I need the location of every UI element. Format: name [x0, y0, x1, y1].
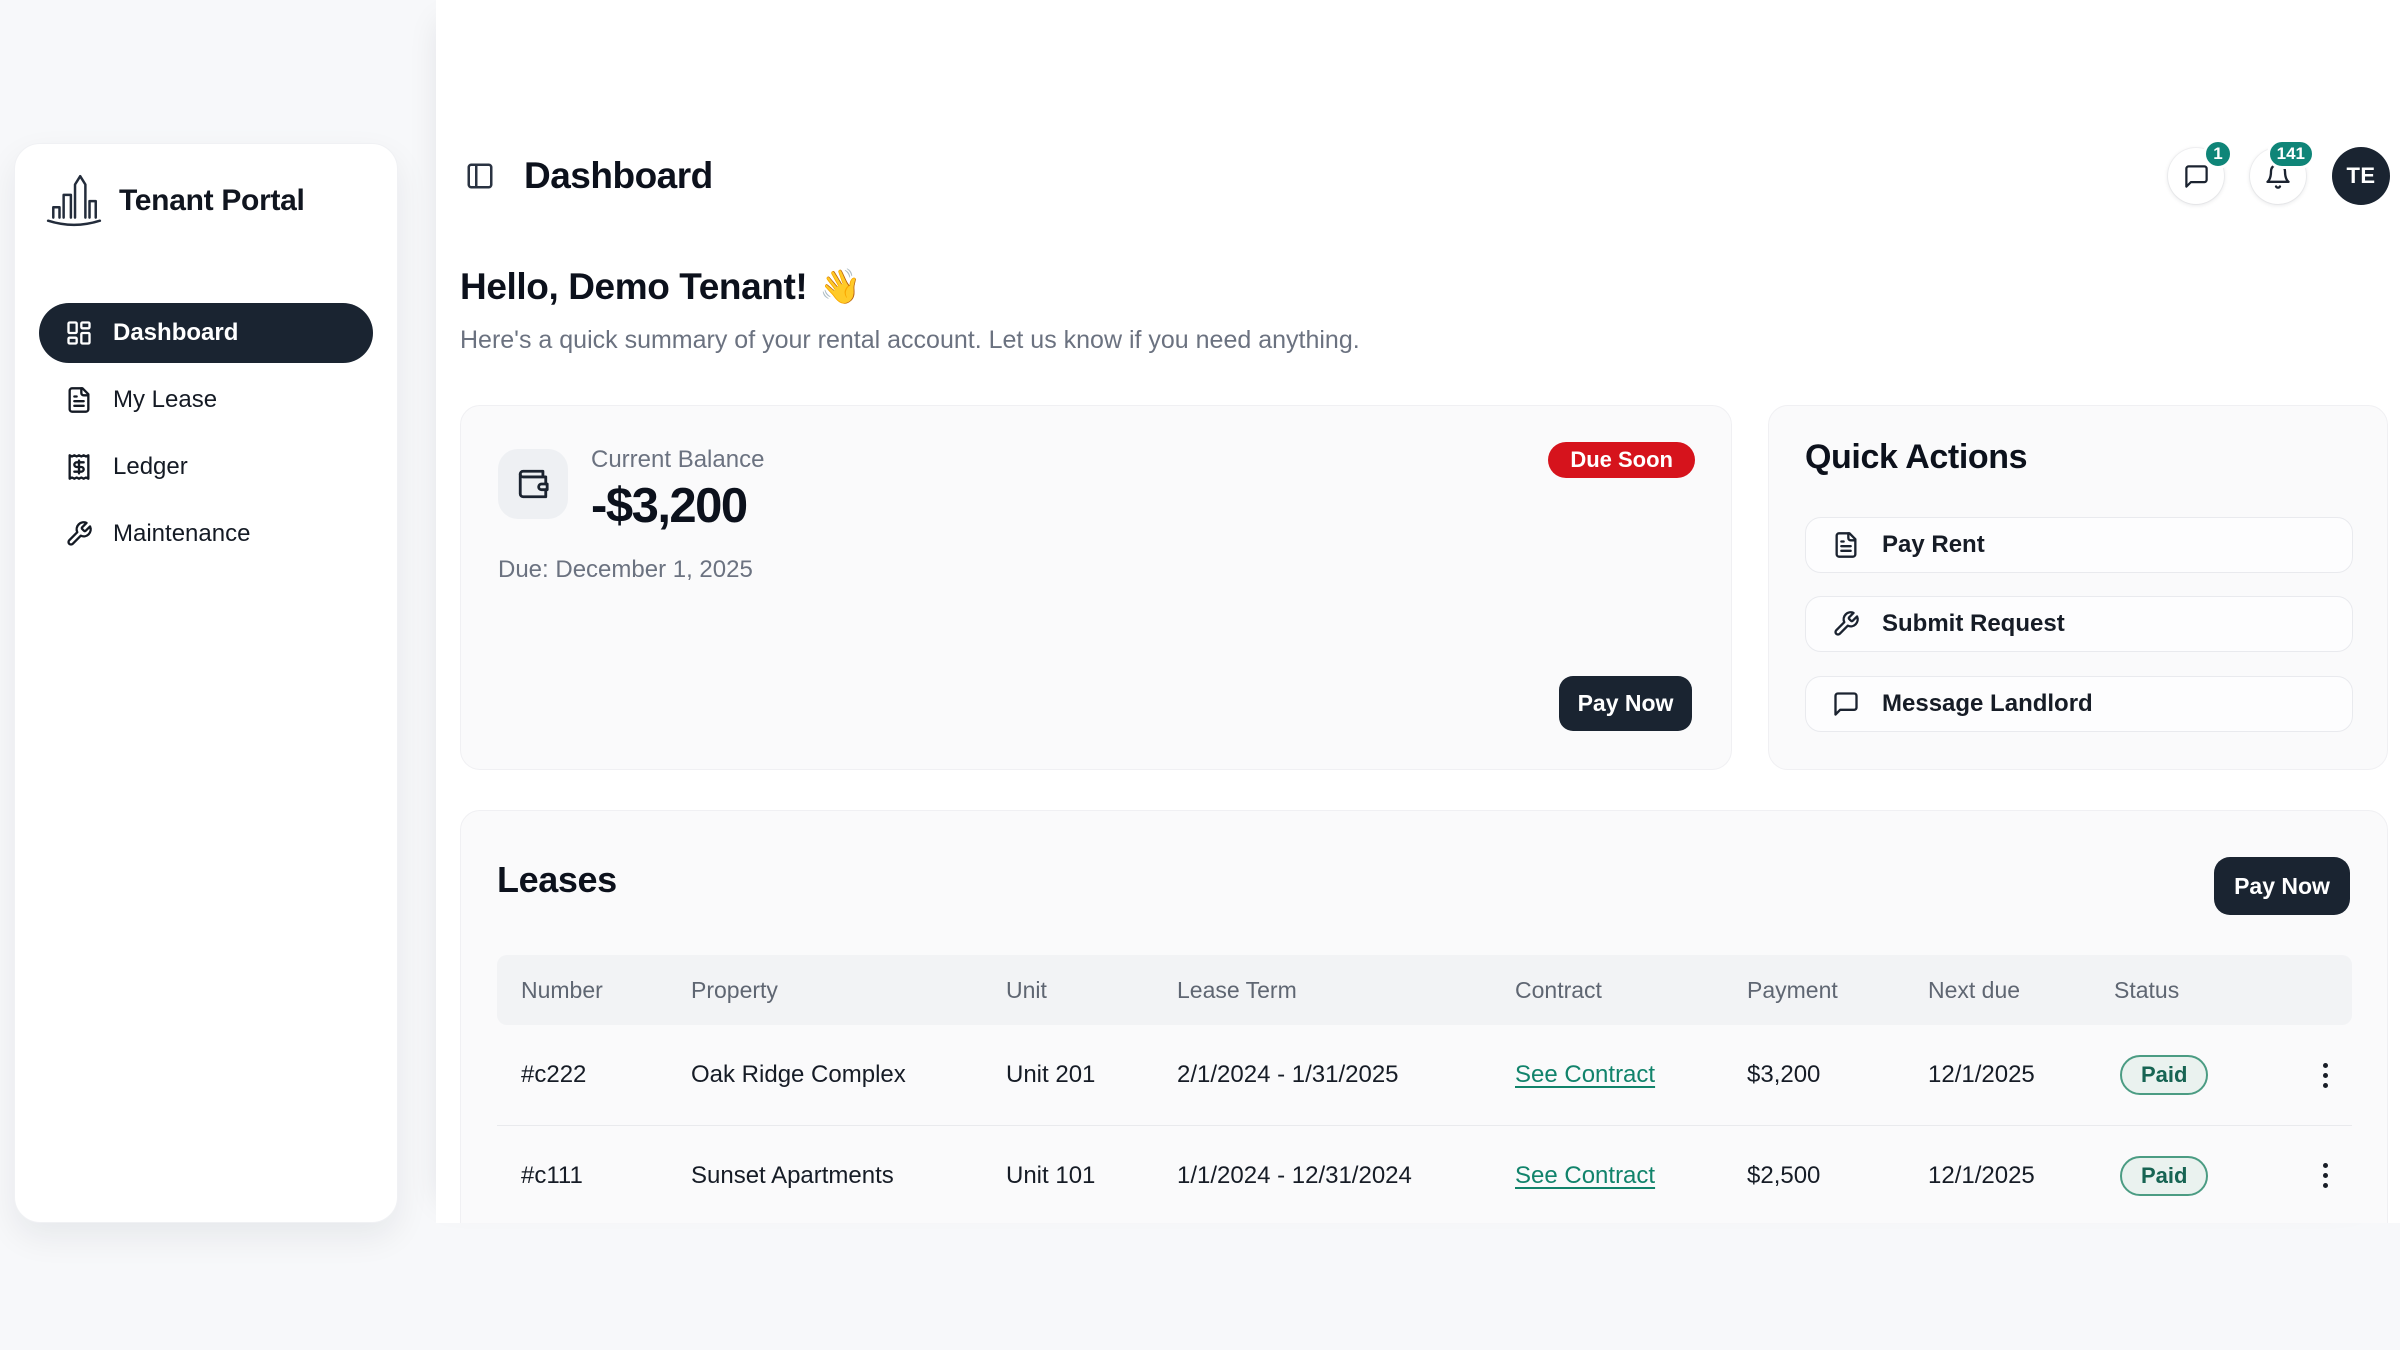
dashboard-grid-icon — [65, 319, 93, 347]
col-header-unit: Unit — [982, 977, 1153, 1004]
message-landlord-button[interactable]: Message Landlord — [1805, 676, 2353, 732]
notifications-button[interactable]: 141 — [2250, 148, 2306, 204]
pay-rent-button[interactable]: Pay Rent — [1805, 517, 2353, 573]
file-text-icon — [1832, 531, 1860, 559]
wrench-icon — [65, 520, 93, 548]
wrench-icon — [1832, 610, 1860, 638]
balance-label: Current Balance — [591, 446, 764, 474]
cell-property: Sunset Apartments — [667, 1162, 982, 1190]
leases-table-header: Number Property Unit Lease Term Contract… — [497, 955, 2352, 1025]
col-header-payment: Payment — [1723, 977, 1904, 1004]
sidebar-item-dashboard[interactable]: Dashboard — [39, 303, 373, 363]
topbar: Dashboard 1 141 TE — [460, 147, 2390, 205]
balance-card: Current Balance -$3,200 Due Soon Due: De… — [460, 405, 1732, 770]
balance-amount: -$3,200 — [591, 478, 747, 534]
col-header-property: Property — [667, 977, 982, 1004]
cell-lease-term: 2/1/2024 - 1/31/2025 — [1153, 1061, 1491, 1089]
receipt-icon — [65, 453, 93, 481]
col-header-next-due: Next due — [1904, 977, 2090, 1004]
row-menu-button[interactable] — [2305, 1150, 2345, 1202]
sidebar-nav: Dashboard My Lease Ledger Maintenance — [39, 303, 373, 571]
building-logo-icon — [45, 170, 103, 232]
col-header-contract: Contract — [1491, 977, 1723, 1004]
due-date-text: Due: December 1, 2025 — [498, 556, 753, 584]
sidebar-item-label: My Lease — [113, 386, 217, 414]
wallet-icon-tile — [498, 449, 568, 519]
cell-number: #c222 — [497, 1061, 667, 1089]
waving-hand-emoji: 👋 — [819, 267, 861, 307]
quick-actions-title: Quick Actions — [1805, 438, 2027, 477]
message-square-icon — [2183, 163, 2210, 190]
cell-lease-term: 1/1/2024 - 12/31/2024 — [1153, 1162, 1491, 1190]
table-row: #c111 Sunset Apartments Unit 101 1/1/202… — [497, 1125, 2352, 1223]
message-square-icon — [1832, 690, 1860, 718]
col-header-lease-term: Lease Term — [1153, 977, 1491, 1004]
leases-card: Leases Pay Now Number Property Unit Leas… — [460, 810, 2388, 1223]
sidebar-item-label: Dashboard — [113, 319, 238, 347]
cell-next-due: 12/1/2025 — [1904, 1162, 2090, 1190]
cell-number: #c111 — [497, 1162, 667, 1190]
action-label: Pay Rent — [1882, 531, 1985, 559]
page-title: Dashboard — [524, 155, 713, 197]
sidebar-item-my-lease[interactable]: My Lease — [39, 370, 373, 430]
cell-payment: $3,200 — [1723, 1061, 1904, 1089]
sidebar-item-label: Maintenance — [113, 520, 250, 548]
row-menu-button[interactable] — [2305, 1049, 2345, 1101]
quick-actions-card: Quick Actions Pay Rent Submit Request Me… — [1768, 405, 2388, 770]
user-avatar[interactable]: TE — [2332, 147, 2390, 205]
wallet-icon — [516, 467, 550, 501]
cell-next-due: 12/1/2025 — [1904, 1061, 2090, 1089]
cell-payment: $2,500 — [1723, 1162, 1904, 1190]
file-text-icon — [65, 386, 93, 414]
brand-name: Tenant Portal — [119, 184, 305, 218]
notifications-count-badge: 141 — [2267, 139, 2315, 169]
greeting-section: Hello, Demo Tenant! 👋 Here's a quick sum… — [460, 266, 1360, 355]
action-label: Submit Request — [1882, 610, 2065, 638]
leases-title: Leases — [497, 859, 617, 901]
sidebar-item-label: Ledger — [113, 453, 188, 481]
sidebar-toggle-button[interactable] — [460, 156, 500, 196]
pay-now-button[interactable]: Pay Now — [1559, 676, 1692, 731]
main-panel: Dashboard 1 141 TE Hello, Demo Tenant! 👋… — [436, 0, 2400, 1223]
table-row: #c222 Oak Ridge Complex Unit 201 2/1/202… — [497, 1025, 2352, 1125]
col-header-status: Status — [2090, 977, 2267, 1004]
leases-table-body: #c222 Oak Ridge Complex Unit 201 2/1/202… — [497, 1025, 2352, 1223]
see-contract-link[interactable]: See Contract — [1515, 1061, 1655, 1088]
cell-property: Oak Ridge Complex — [667, 1061, 982, 1089]
col-header-number: Number — [497, 977, 667, 1004]
panel-left-icon — [465, 161, 495, 191]
messages-count-badge: 1 — [2203, 139, 2233, 169]
sidebar: Tenant Portal Dashboard My Lease Ledger … — [14, 143, 398, 1223]
due-soon-badge: Due Soon — [1548, 442, 1695, 478]
brand: Tenant Portal — [45, 170, 305, 232]
action-label: Message Landlord — [1882, 690, 2093, 718]
submit-request-button[interactable]: Submit Request — [1805, 596, 2353, 652]
sidebar-item-maintenance[interactable]: Maintenance — [39, 504, 373, 564]
leases-pay-now-button[interactable]: Pay Now — [2214, 857, 2350, 915]
cell-unit: Unit 101 — [982, 1162, 1153, 1190]
greeting-subtitle: Here's a quick summary of your rental ac… — [460, 326, 1360, 355]
top-actions: 1 141 TE — [2168, 147, 2390, 205]
messages-button[interactable]: 1 — [2168, 148, 2224, 204]
status-badge: Paid — [2120, 1055, 2208, 1095]
see-contract-link[interactable]: See Contract — [1515, 1162, 1655, 1189]
sidebar-item-ledger[interactable]: Ledger — [39, 437, 373, 497]
cell-unit: Unit 201 — [982, 1061, 1153, 1089]
greeting-title: Hello, Demo Tenant! — [460, 266, 807, 308]
status-badge: Paid — [2120, 1156, 2208, 1196]
